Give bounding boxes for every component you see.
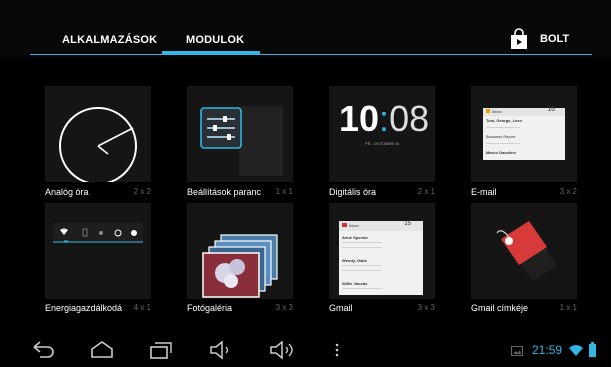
gmail-mini-line: ────────────── [342, 245, 382, 250]
gmail-mini-line: ────────────── [342, 286, 382, 291]
email-mini-row: Marco Gasoline [486, 150, 516, 155]
gmail-label-preview [471, 203, 577, 299]
widget-name: Digitális óra [329, 187, 377, 197]
status-clock: 21:59 [532, 343, 563, 357]
power-toggle-icons [53, 228, 143, 243]
gmail-mini-count: 15 [404, 221, 411, 227]
gmail-mini-row: Anne Spector [342, 235, 369, 240]
widget-name: Analóg óra [45, 187, 89, 197]
email-mini-row: Business Report [486, 134, 516, 139]
gmail-mini-list: Inbox 15 Anne Spector ────────────── ───… [339, 221, 423, 295]
widget-size: 1 x 1 [275, 187, 293, 196]
digital-clock-time: 10:08 [339, 100, 429, 138]
widget-name: Gmail címkéje [471, 303, 529, 313]
widget-name: E-mail [471, 187, 497, 197]
digital-clock-colon: : [379, 98, 390, 139]
gmail-mini-header: Inbox 15 [339, 221, 423, 231]
widget-size: 3 x 2 [559, 187, 577, 196]
gmail-mini-title: Inbox [349, 223, 359, 228]
system-nav-bar: 21:59 [0, 333, 611, 367]
battery-icon [589, 342, 596, 357]
volume-up-icon[interactable] [268, 339, 296, 361]
digital-clock-preview: 10:08 PÉ., OCTOBER 05 [329, 86, 435, 182]
email-preview: Inbox 16 Tom, George, Leen ──────────── … [471, 86, 577, 182]
photo-gallery-preview [187, 203, 293, 299]
widget-size: 2 x 1 [417, 187, 435, 196]
home-icon[interactable] [89, 339, 115, 361]
widget-size: 3 x 3 [417, 303, 435, 312]
widget-grid: Analóg óra 2 x 2 Beállítások paranc 1 x … [0, 0, 611, 330]
widget-name: Gmail [329, 303, 353, 313]
email-mini-line: ──────────── [486, 141, 521, 146]
widget-size: 4 x 1 [133, 303, 151, 312]
power-control-bar [53, 223, 143, 243]
volume-down-icon[interactable] [208, 339, 234, 361]
digital-clock-hours: 10 [339, 98, 380, 139]
power-control-preview [45, 203, 151, 299]
widget-size: 1 x 1 [559, 303, 577, 312]
widget-size: 3 x 3 [275, 303, 293, 312]
email-mini-header: Inbox 16 [483, 106, 565, 116]
gmail-mini-line: ────────────── [342, 268, 382, 273]
email-mini-line: ──────────── [486, 125, 521, 130]
email-icon [486, 109, 490, 113]
overflow-menu-icon[interactable] [332, 339, 342, 361]
widget-name: Fotógaléria [187, 303, 233, 313]
settings-sliders-icon [200, 106, 283, 176]
gmail-label-tag-icon [496, 221, 557, 281]
analog-clock-preview [45, 86, 151, 182]
photo-stack-icon [202, 234, 278, 298]
analog-clock-icon [59, 107, 137, 182]
widget-size: 2 x 2 [133, 187, 151, 196]
screenshot-notification-icon [511, 346, 523, 356]
recent-apps-icon[interactable] [148, 339, 174, 361]
digital-clock-date: PÉ., OCTOBER 05 [365, 141, 399, 146]
email-mini-row: Tom, George, Leen [486, 118, 522, 123]
widget-name: Beállítások paranc [187, 187, 262, 197]
wifi-icon [569, 345, 583, 356]
email-mini-list: Inbox 16 Tom, George, Leen ──────────── … [483, 106, 565, 160]
back-icon[interactable] [30, 339, 56, 361]
widget-name: Energiagazdálkodá [45, 303, 123, 313]
gmail-preview: Inbox 15 Anne Spector ────────────── ───… [329, 203, 435, 299]
digital-clock-minutes: 08 [389, 98, 430, 139]
email-mini-count: 16 [547, 106, 555, 113]
email-mini-title: Inbox [492, 109, 502, 114]
settings-shortcut-preview [187, 86, 293, 182]
gmail-icon [342, 223, 347, 227]
